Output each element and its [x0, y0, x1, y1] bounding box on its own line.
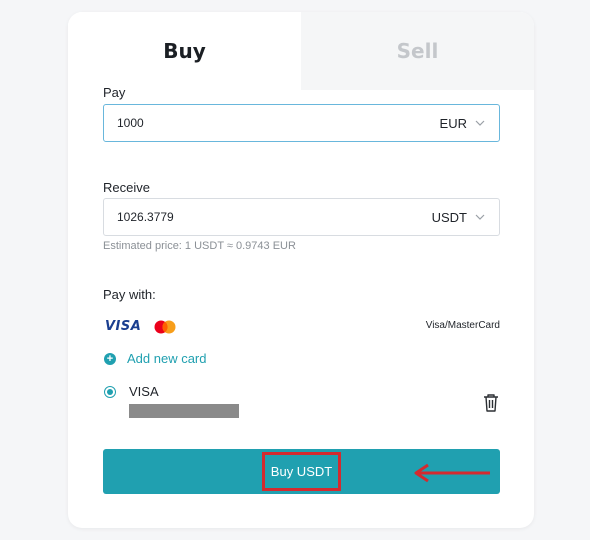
receive-field[interactable]: 1026.3779 USDT — [103, 198, 500, 236]
trade-card: Buy Sell Pay 1000 EUR Receive 1026.3779 … — [68, 12, 534, 528]
pay-with-label: Pay with: — [103, 287, 156, 302]
pay-label: Pay — [103, 85, 126, 100]
chevron-down-icon[interactable] — [475, 118, 485, 128]
masked-card-number — [129, 404, 239, 418]
saved-card-brand: VISA — [129, 384, 159, 399]
chevron-down-icon[interactable] — [475, 212, 485, 222]
receive-amount-input[interactable]: 1026.3779 — [117, 210, 432, 224]
pay-amount-input[interactable]: 1000 — [117, 116, 440, 130]
buy-usdt-label: Buy USDT — [261, 452, 342, 491]
mastercard-icon — [154, 320, 176, 334]
visa-logo: VISA — [105, 319, 142, 334]
tab-sell[interactable]: Sell — [301, 12, 534, 90]
arrow-left-icon — [414, 463, 490, 483]
add-new-card-label: Add new card — [127, 351, 207, 366]
add-new-card-link[interactable]: + Add new card — [104, 351, 207, 366]
receive-label: Receive — [103, 180, 150, 195]
pay-field[interactable]: 1000 EUR — [103, 104, 500, 142]
estimated-price: Estimated price: 1 USDT ≈ 0.9743 EUR — [103, 240, 296, 252]
trade-tabs: Buy Sell — [68, 12, 534, 90]
receive-currency-select[interactable]: USDT — [432, 210, 467, 225]
plus-circle-icon: + — [104, 352, 116, 365]
payment-method-name: Visa/MasterCard — [425, 320, 500, 331]
pay-currency-select[interactable]: EUR — [440, 116, 467, 131]
tab-buy[interactable]: Buy — [68, 12, 301, 90]
trash-icon[interactable] — [482, 393, 500, 413]
saved-card-radio[interactable] — [104, 386, 116, 398]
